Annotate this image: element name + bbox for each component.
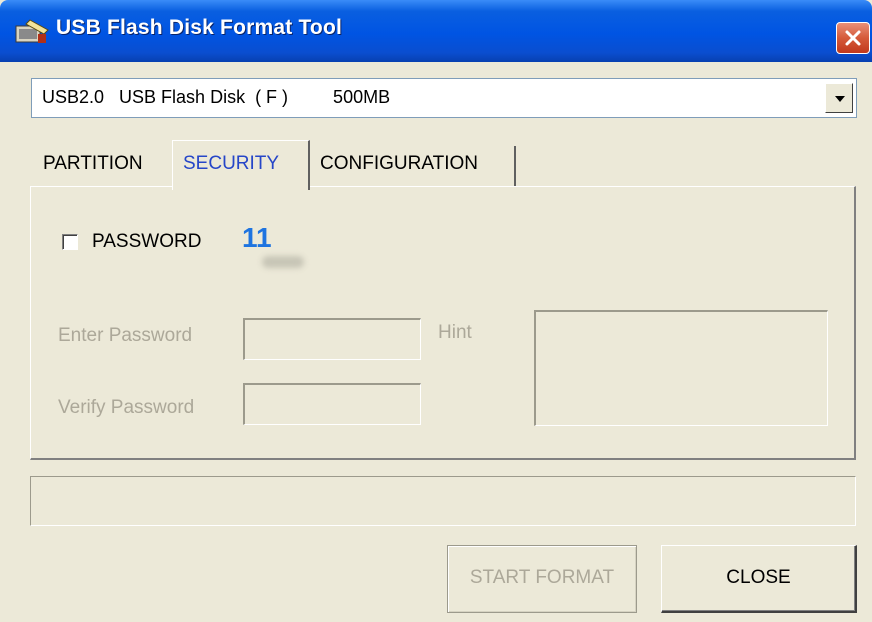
device-select[interactable]: USB2.0 USB Flash Disk ( F ) 500MB [31,78,857,118]
chevron-down-icon [835,96,845,102]
enter-password-label: Enter Password [58,325,193,346]
window-title: USB Flash Disk Format Tool [56,16,343,39]
tab-configuration[interactable]: CONFIGURATION [312,146,516,186]
password-checkbox-label[interactable]: PASSWORD [92,231,201,253]
device-select-dropdown-button[interactable] [825,83,853,113]
title-bar[interactable]: USB Flash Disk Format Tool [0,0,872,62]
close-icon [845,30,861,46]
hint-field [534,310,828,426]
enter-password-field [243,318,421,360]
annotation-shadow [262,256,304,268]
annotation-number: 11 [242,222,272,253]
tab-partition[interactable]: PARTITION [33,146,171,186]
tab-security[interactable]: SECURITY [172,140,310,190]
device-select-value: USB2.0 USB Flash Disk ( F ) 500MB [42,87,391,107]
start-format-button: START FORMAT [447,545,637,613]
hint-label: Hint [438,322,472,343]
password-checkbox[interactable] [62,234,78,250]
window-close-button[interactable] [836,22,870,54]
usb-tool-icon [14,18,50,46]
verify-password-field [243,383,421,425]
verify-password-label: Verify Password [58,397,195,418]
status-bar [30,476,856,526]
close-button[interactable]: CLOSE [661,545,857,613]
